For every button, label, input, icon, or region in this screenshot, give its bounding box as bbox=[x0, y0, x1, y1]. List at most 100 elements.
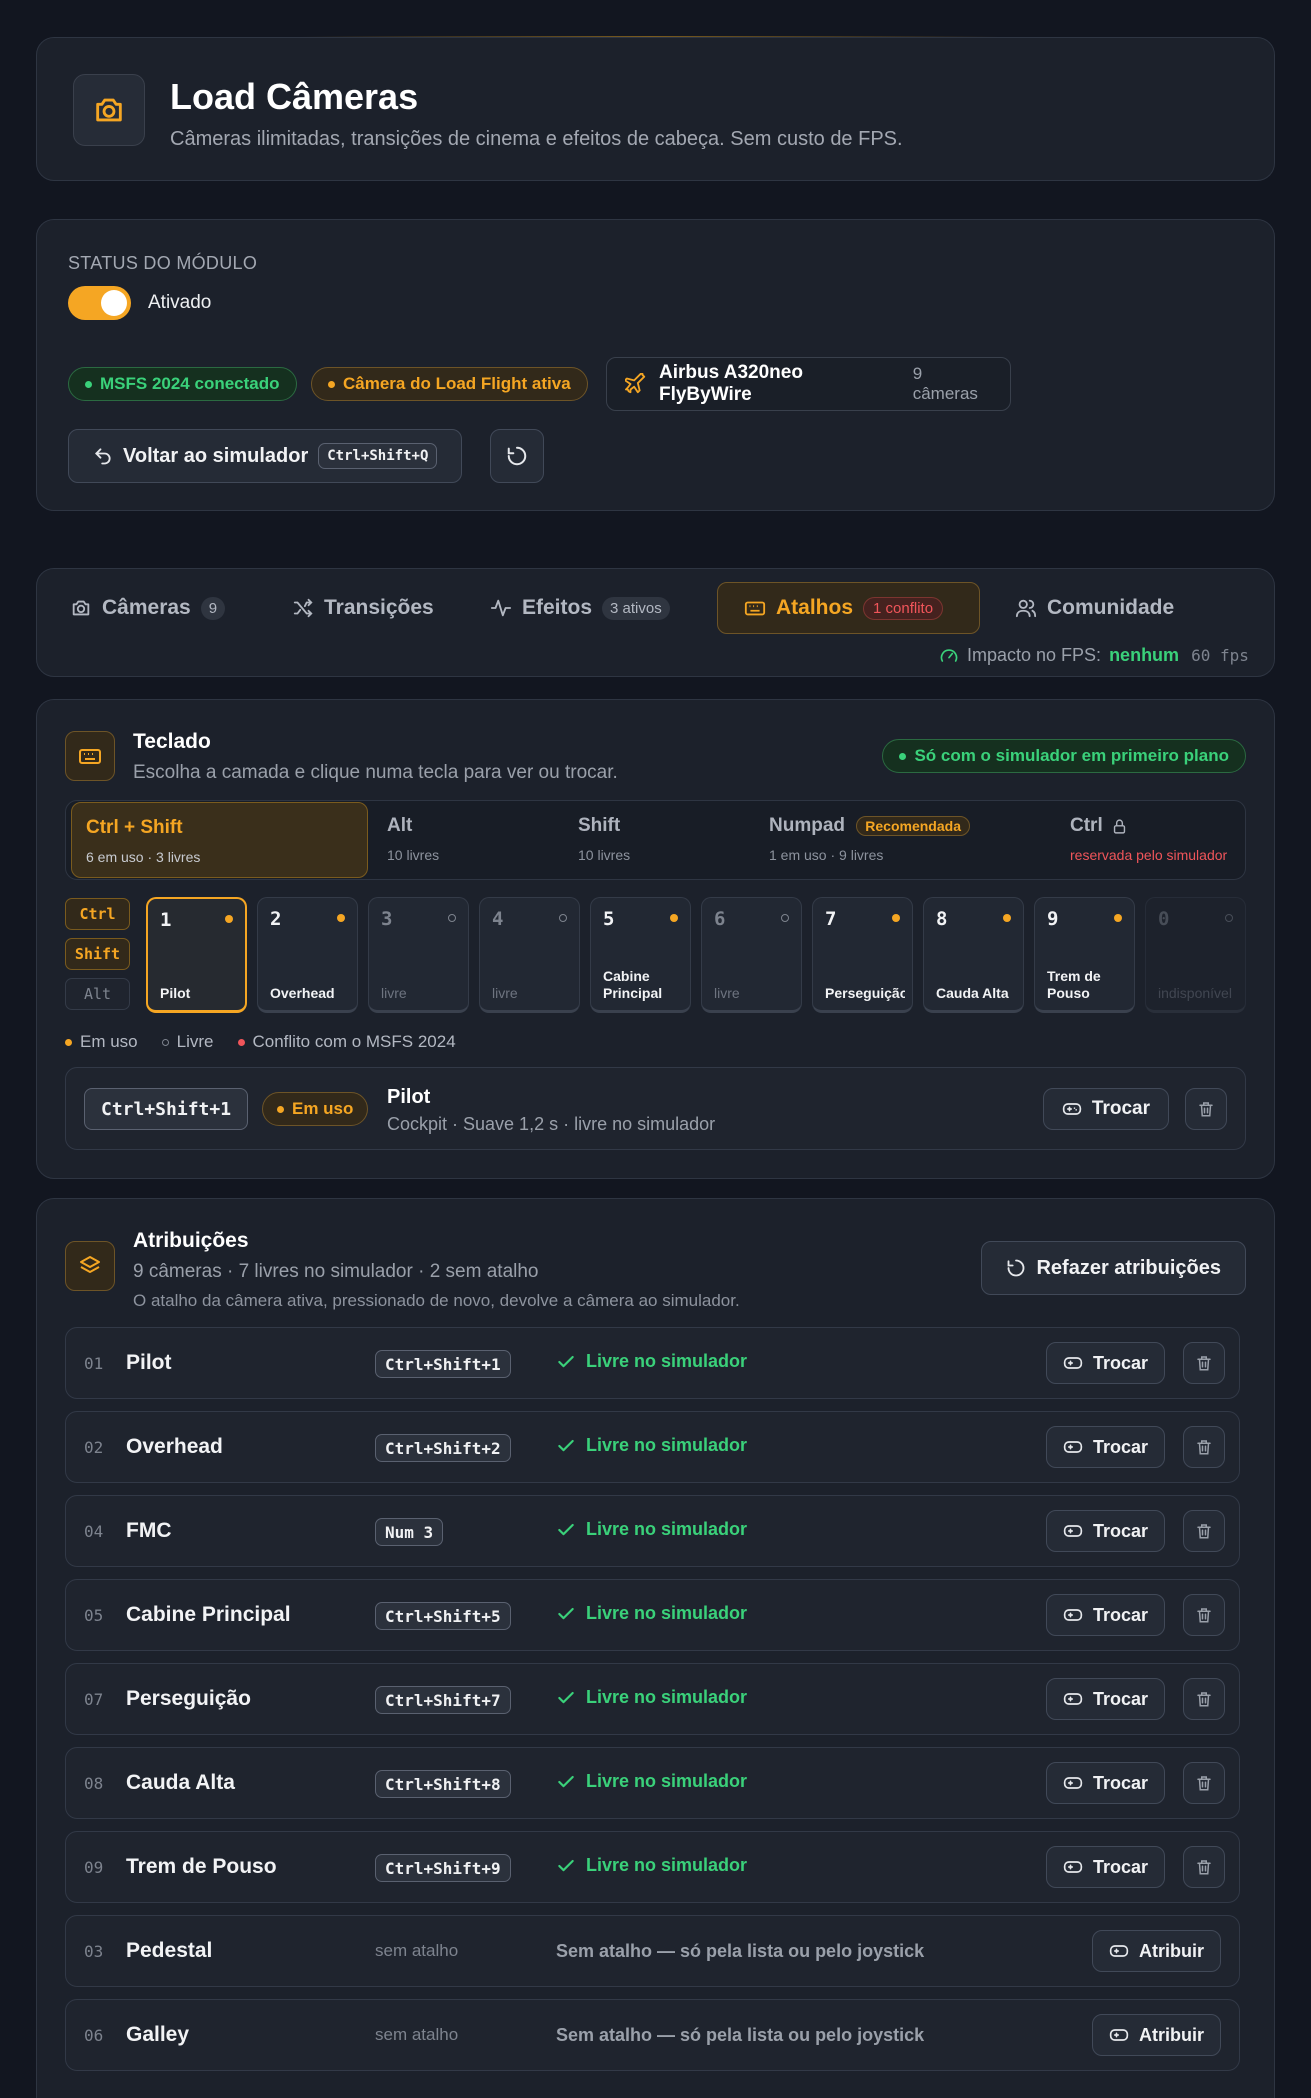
tab-label: Efeitos bbox=[522, 596, 593, 619]
layer-info: 10 livres bbox=[578, 847, 631, 863]
detail-shortcut: Ctrl+Shift+1 bbox=[84, 1088, 249, 1130]
key-6[interactable]: 6 livre bbox=[701, 897, 802, 1013]
assignment-row[interactable]: 03 Pedestal sem atalho Sem atalho — só pela… bbox=[65, 1915, 1240, 1987]
assignment-row[interactable]: 08 Cauda Alta Ctrl+Shift+8 Livre no simulad… bbox=[65, 1747, 1240, 1819]
swap-button[interactable]: Trocar bbox=[1045, 1678, 1165, 1720]
check-icon bbox=[558, 1607, 574, 1619]
key-3[interactable]: 3 livre bbox=[368, 897, 469, 1013]
layer-info: 10 livres bbox=[387, 847, 440, 863]
key-label: Pilot bbox=[160, 985, 191, 1001]
swap-label: Trocar bbox=[1092, 1520, 1148, 1541]
delete-button[interactable] bbox=[1183, 1846, 1225, 1888]
delete-button[interactable] bbox=[1185, 1088, 1227, 1130]
swap-button[interactable]: Trocar bbox=[1045, 1342, 1165, 1384]
key-number: 4 bbox=[492, 908, 504, 930]
delete-button[interactable] bbox=[1183, 1678, 1225, 1720]
tab-badge: 9 bbox=[200, 596, 226, 620]
tab-cameras[interactable]: Câmeras 9 bbox=[70, 582, 226, 634]
tab-community[interactable]: Comunidade bbox=[1015, 582, 1174, 634]
modifier-ctrl: Ctrl bbox=[65, 898, 130, 930]
assignment-row[interactable]: 04 FMC Num 3 Livre no simulador Trocar bbox=[65, 1495, 1240, 1567]
refresh-button[interactable] bbox=[490, 429, 544, 483]
gamepad-icon bbox=[1062, 1103, 1082, 1115]
row-number: 06 bbox=[84, 2026, 104, 2045]
swap-button[interactable]: Trocar bbox=[1045, 1762, 1165, 1804]
swap-button[interactable]: Trocar bbox=[1045, 1426, 1165, 1468]
layer-numpad[interactable]: Numpad Recomendada 1 em uso · 9 livres bbox=[755, 801, 1045, 877]
swap-button[interactable]: Trocar bbox=[1042, 1088, 1169, 1130]
tab-transitions[interactable]: Transições bbox=[292, 582, 434, 634]
check-icon bbox=[558, 1859, 574, 1871]
layer-alt[interactable]: Alt 10 livres bbox=[373, 801, 563, 877]
assign-button[interactable]: Atribuir bbox=[1092, 1930, 1221, 1972]
aircraft-camera-count: 9 câmeras bbox=[912, 364, 978, 403]
row-number: 04 bbox=[84, 1522, 104, 1541]
row-status: Livre no simulador bbox=[556, 1519, 747, 1540]
camera-icon bbox=[72, 600, 90, 616]
detail-status: Em uso bbox=[292, 1099, 354, 1118]
swap-button[interactable]: Trocar bbox=[1045, 1594, 1165, 1636]
delete-button[interactable] bbox=[1183, 1594, 1225, 1636]
row-number: 05 bbox=[84, 1606, 104, 1625]
assignment-row[interactable]: 09 Trem de Pouso Ctrl+Shift+9 Livre no simu… bbox=[65, 1831, 1240, 1903]
key-1[interactable]: 1 Pilot bbox=[146, 897, 247, 1013]
assignment-row[interactable]: 07 Perseguição Ctrl+Shift+7 Livre no simula… bbox=[65, 1663, 1240, 1735]
key-label: livre bbox=[381, 985, 407, 1001]
keyboard-icon bbox=[744, 601, 766, 616]
swap-button[interactable]: Trocar bbox=[1045, 1846, 1165, 1888]
delete-button[interactable] bbox=[1183, 1762, 1225, 1804]
delete-button[interactable] bbox=[1183, 1426, 1225, 1468]
key-9[interactable]: 9 Trem de Pouso bbox=[1034, 897, 1135, 1013]
layer-ctrl-shift[interactable]: Ctrl + Shift 6 em uso · 3 livres bbox=[71, 802, 368, 878]
back-to-sim-button[interactable]: Voltar ao simulador Ctrl+Shift+Q bbox=[68, 429, 463, 483]
gamepad-icon bbox=[1109, 1945, 1129, 1957]
row-status-label: Sem atalho — só pela lista ou pelo joyst… bbox=[556, 1941, 925, 1961]
camera-active-badge: Câmera do Load Flight ativa bbox=[311, 367, 588, 401]
swap-button[interactable]: Trocar bbox=[1045, 1510, 1165, 1552]
layer-shift[interactable]: Shift 10 livres bbox=[564, 801, 754, 877]
delete-button[interactable] bbox=[1183, 1342, 1225, 1384]
layer-name: Alt bbox=[387, 815, 413, 836]
delete-button[interactable] bbox=[1183, 1510, 1225, 1552]
row-camera-name: Cabine Principal bbox=[126, 1603, 291, 1626]
row-status: Livre no simulador bbox=[556, 1603, 747, 1624]
key-2[interactable]: 2 Overhead bbox=[257, 897, 358, 1013]
tab-shortcuts[interactable]: Atalhos 1 conflito bbox=[717, 582, 980, 634]
assign-button[interactable]: Atribuir bbox=[1092, 2014, 1221, 2056]
row-shortcut: Ctrl+Shift+7 bbox=[375, 1686, 511, 1714]
aircraft-name: Airbus A320neo FlyByWire bbox=[658, 362, 803, 405]
row-shortcut: Ctrl+Shift+8 bbox=[375, 1770, 511, 1798]
tab-effects[interactable]: Efeitos 3 ativos bbox=[490, 582, 670, 634]
assignment-row[interactable]: 01 Pilot Ctrl+Shift+1 Livre no simulador Tro… bbox=[65, 1327, 1240, 1399]
check-icon bbox=[558, 1355, 574, 1367]
plane-icon bbox=[625, 373, 646, 394]
aircraft-chip[interactable]: Airbus A320neo FlyByWire 9 câmeras bbox=[606, 357, 1011, 411]
row-status: Livre no simulador bbox=[556, 1855, 747, 1876]
trash-icon bbox=[1197, 1776, 1211, 1791]
redo-assignments-button[interactable]: Refazer atribuições bbox=[981, 1241, 1246, 1295]
assignment-row[interactable]: 05 Cabine Principal Ctrl+Shift+5 Livre no s… bbox=[65, 1579, 1240, 1651]
layer-ctrl: Ctrl reservada pelo simulador bbox=[1056, 801, 1231, 877]
key-7[interactable]: 7 Perseguição bbox=[812, 897, 913, 1013]
module-toggle[interactable] bbox=[68, 286, 131, 320]
key-label: Trem de Pouso bbox=[1047, 968, 1101, 1001]
tab-badge: 3 ativos bbox=[602, 596, 670, 620]
assignment-row[interactable]: 02 Overhead Ctrl+Shift+2 Livre no simulador… bbox=[65, 1411, 1240, 1483]
key-8[interactable]: 8 Cauda Alta bbox=[923, 897, 1024, 1013]
key-number: 5 bbox=[603, 908, 615, 930]
check-icon bbox=[558, 1439, 574, 1451]
undo-icon bbox=[95, 448, 111, 465]
check-icon bbox=[558, 1523, 574, 1535]
legend-conflict: Conflito com o MSFS 2024 bbox=[252, 1032, 456, 1051]
key-label: livre bbox=[714, 985, 740, 1001]
row-shortcut: Ctrl+Shift+9 bbox=[375, 1854, 511, 1882]
modifier-label: Alt bbox=[83, 985, 112, 1003]
key-label: indisponível bbox=[1158, 985, 1232, 1001]
swap-label: Trocar bbox=[1092, 1604, 1148, 1625]
key-4[interactable]: 4 livre bbox=[479, 897, 580, 1013]
key-5[interactable]: 5 Cabine Principal bbox=[590, 897, 691, 1013]
row-status-label: Livre no simulador bbox=[586, 1855, 748, 1875]
redo-label: Refazer atribuições bbox=[1036, 1256, 1221, 1279]
assignment-row[interactable]: 06 Galley sem atalho Sem atalho — só pela l… bbox=[65, 1999, 1240, 2071]
used-dot bbox=[277, 1105, 284, 1113]
